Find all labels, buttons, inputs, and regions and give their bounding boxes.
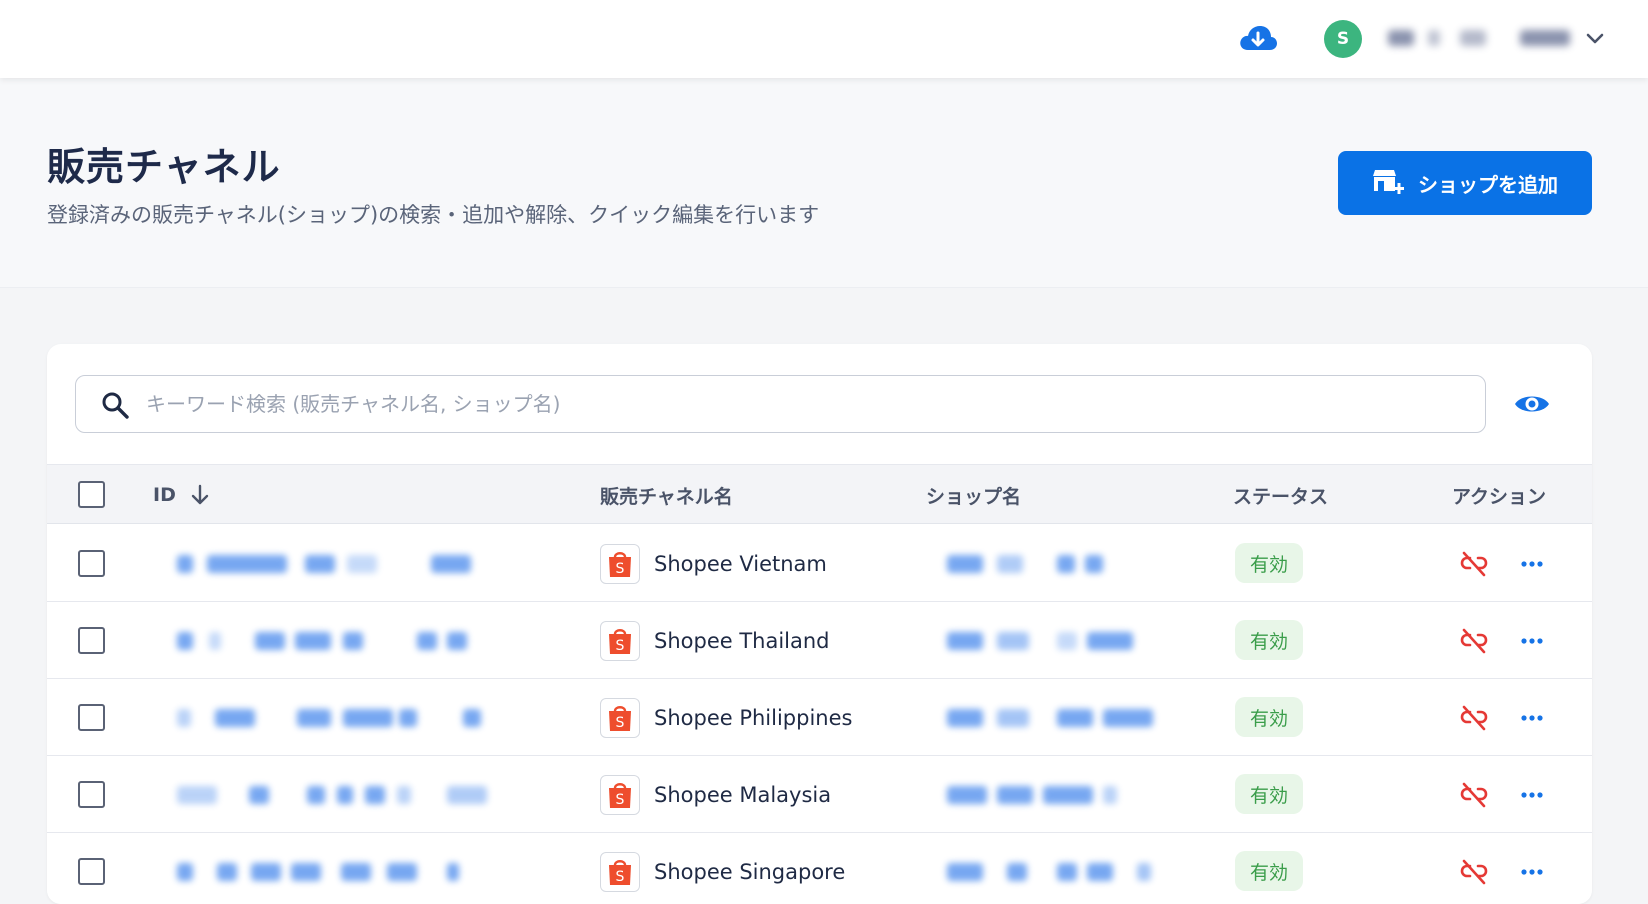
store-add-icon bbox=[1372, 167, 1404, 200]
more-horizontal-icon[interactable] bbox=[1517, 549, 1547, 579]
shop-name-redacted bbox=[947, 786, 1177, 804]
link-off-icon[interactable] bbox=[1459, 549, 1489, 579]
row-checkbox[interactable] bbox=[78, 781, 105, 808]
column-shop-header: ショップ名 bbox=[926, 485, 1022, 508]
channel-cell: S Shopee Philippines bbox=[600, 697, 852, 739]
column-status-header: ステータス bbox=[1233, 485, 1329, 508]
more-horizontal-icon[interactable] bbox=[1517, 780, 1547, 810]
more-horizontal-icon[interactable] bbox=[1517, 703, 1547, 733]
svg-text:S: S bbox=[616, 638, 625, 654]
table-row[interactable]: S Shopee Singapore 有効 bbox=[47, 833, 1592, 904]
status-badge: 有効 bbox=[1235, 697, 1303, 737]
channel-name: Shopee Vietnam bbox=[654, 552, 827, 576]
shopee-bag-icon: S bbox=[600, 698, 640, 738]
id-redacted bbox=[177, 786, 557, 804]
table-row[interactable]: S Shopee Malaysia 有効 bbox=[47, 756, 1592, 833]
search-icon bbox=[100, 390, 130, 420]
channel-cell: S Shopee Vietnam bbox=[600, 543, 827, 585]
eye-icon[interactable] bbox=[1512, 388, 1552, 420]
search-input[interactable] bbox=[146, 376, 1466, 432]
row-checkbox[interactable] bbox=[78, 704, 105, 731]
row-checkbox[interactable] bbox=[78, 627, 105, 654]
shop-name-redacted bbox=[947, 555, 1177, 573]
channel-list-card: ID 販売チャネル名 ショップ名 ステータス アクション S Shopee Vi… bbox=[47, 344, 1592, 904]
id-redacted bbox=[177, 709, 557, 727]
chevron-down-icon[interactable] bbox=[1582, 26, 1608, 52]
channel-name: Shopee Philippines bbox=[654, 706, 853, 730]
column-id-header[interactable]: ID bbox=[153, 465, 210, 525]
status-badge: 有効 bbox=[1235, 851, 1303, 891]
row-checkbox[interactable] bbox=[78, 858, 105, 885]
status-badge: 有効 bbox=[1235, 543, 1303, 583]
column-channel-header: 販売チャネル名 bbox=[600, 485, 733, 508]
avatar[interactable]: S bbox=[1324, 20, 1362, 58]
channel-name: Shopee Thailand bbox=[654, 629, 830, 653]
add-shop-label: ショップを追加 bbox=[1418, 172, 1558, 197]
channel-cell: S Shopee Singapore bbox=[600, 851, 845, 893]
shopee-bag-icon: S bbox=[600, 775, 640, 815]
id-redacted bbox=[177, 863, 557, 881]
link-off-icon[interactable] bbox=[1459, 703, 1489, 733]
svg-text:S: S bbox=[616, 561, 625, 577]
channel-cell: S Shopee Thailand bbox=[600, 620, 830, 662]
status-badge: 有効 bbox=[1235, 774, 1303, 814]
table-row[interactable]: S Shopee Philippines 有効 bbox=[47, 679, 1592, 756]
link-off-icon[interactable] bbox=[1459, 626, 1489, 656]
channel-name: Shopee Malaysia bbox=[654, 783, 832, 807]
row-checkbox[interactable] bbox=[78, 550, 105, 577]
link-off-icon[interactable] bbox=[1459, 780, 1489, 810]
channel-name: Shopee Singapore bbox=[654, 860, 846, 884]
page-subtitle: 登録済みの販売チャネル(ショップ)の検索・追加や解除、クイック編集を行います bbox=[47, 203, 820, 227]
link-off-icon[interactable] bbox=[1459, 857, 1489, 887]
channel-cell: S Shopee Malaysia bbox=[600, 774, 831, 816]
column-id-label: ID bbox=[153, 484, 176, 506]
status-badge: 有効 bbox=[1235, 620, 1303, 660]
search-box[interactable] bbox=[75, 375, 1486, 433]
table-row[interactable]: S Shopee Vietnam 有効 bbox=[47, 525, 1592, 602]
add-shop-button[interactable]: ショップを追加 bbox=[1338, 151, 1592, 215]
id-redacted bbox=[177, 632, 557, 650]
shop-name-redacted bbox=[947, 632, 1177, 650]
more-horizontal-icon[interactable] bbox=[1517, 857, 1547, 887]
arrow-down-icon bbox=[190, 484, 210, 506]
shopee-bag-icon: S bbox=[600, 852, 640, 892]
shop-name-redacted bbox=[947, 863, 1177, 881]
id-redacted bbox=[177, 555, 557, 573]
page-title: 販売チャネル bbox=[47, 145, 281, 189]
svg-text:S: S bbox=[616, 715, 625, 731]
shopee-bag-icon: S bbox=[600, 621, 640, 661]
table-row[interactable]: S Shopee Thailand 有効 bbox=[47, 602, 1592, 679]
shopee-bag-icon: S bbox=[600, 544, 640, 584]
select-all-checkbox[interactable] bbox=[78, 481, 105, 508]
shop-name-redacted bbox=[947, 709, 1177, 727]
table-header: ID 販売チャネル名 ショップ名 ステータス アクション bbox=[47, 464, 1592, 524]
svg-text:S: S bbox=[616, 869, 625, 885]
top-bar: S bbox=[0, 0, 1648, 78]
cloud-download-icon[interactable] bbox=[1237, 22, 1279, 56]
more-horizontal-icon[interactable] bbox=[1517, 626, 1547, 656]
column-action-header: アクション bbox=[1452, 485, 1547, 508]
svg-text:S: S bbox=[616, 792, 625, 808]
